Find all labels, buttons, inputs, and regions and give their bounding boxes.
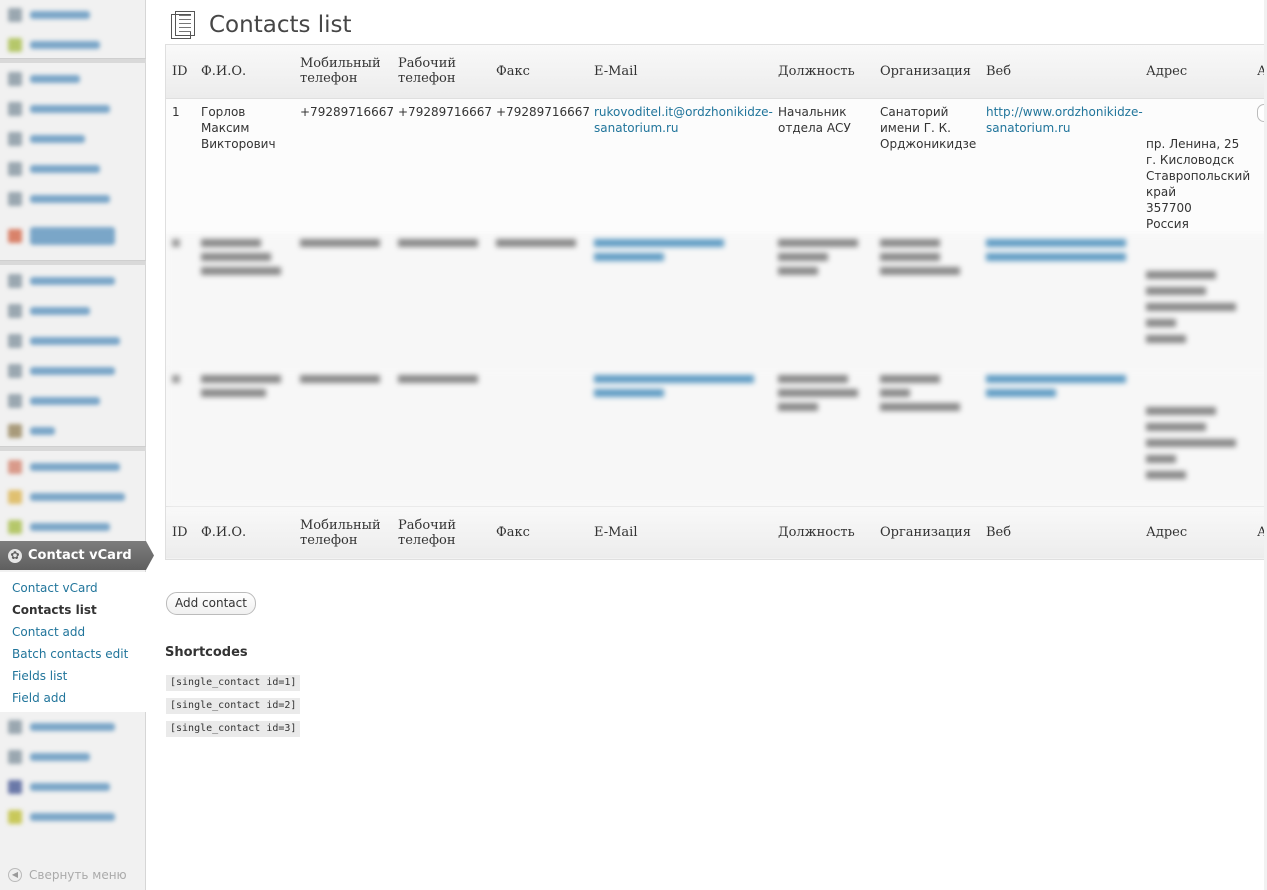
- column-header-id[interactable]: ID: [166, 45, 195, 99]
- table-row-blurred: [166, 234, 1267, 370]
- collapse-menu-label: Свернуть меню: [29, 868, 127, 882]
- sidebar-separator: [0, 260, 146, 265]
- sidebar-item-blurred[interactable]: [0, 512, 146, 542]
- submenu-batch-contacts-edit[interactable]: Batch contacts edit: [0, 643, 146, 665]
- submenu-contacts-list[interactable]: Contacts list: [0, 599, 146, 621]
- column-footer-address[interactable]: Адрес: [1140, 505, 1251, 559]
- contacts-table: ID Ф.И.О. Мобильный телефон Рабочий теле…: [165, 44, 1267, 560]
- sidebar-item-blurred[interactable]: [0, 30, 146, 60]
- sidebar-item-blurred[interactable]: [0, 0, 146, 30]
- sidebar-item-blurred[interactable]: [0, 482, 146, 512]
- page-header: Contacts list: [169, 10, 352, 40]
- add-contact-button[interactable]: Add contact: [166, 592, 256, 615]
- gear-icon: ✿: [8, 548, 22, 563]
- cell-position: Начальник отдела АСУ: [772, 98, 874, 234]
- sidebar-separator: [0, 446, 146, 451]
- sidebar-item-blurred[interactable]: [0, 124, 146, 154]
- column-footer-web[interactable]: Веб: [980, 505, 1140, 559]
- column-header-name[interactable]: Ф.И.О.: [195, 45, 294, 99]
- table-row: 1 Горлов Максим Викторович +79289716667 …: [166, 98, 1267, 234]
- sidebar-item-blurred[interactable]: [0, 154, 146, 184]
- table-header-row: ID Ф.И.О. Мобильный телефон Рабочий теле…: [166, 45, 1267, 99]
- sidebar-item-blurred[interactable]: [0, 94, 146, 124]
- column-footer-work-phone[interactable]: Рабочий телефон: [392, 505, 490, 559]
- cell-web: http://www.ordzhonikidze-sanatorium.ru: [980, 98, 1143, 234]
- column-header-work-phone[interactable]: Рабочий телефон: [392, 45, 490, 99]
- sidebar-submenu: Contact vCard Contacts list Contact add …: [0, 572, 146, 712]
- column-header-mobile[interactable]: Мобильный телефон: [294, 45, 392, 99]
- shortcodes-heading: Shortcodes: [165, 645, 248, 660]
- column-footer-email[interactable]: E-Mail: [588, 505, 772, 559]
- collapse-arrow-icon: ◀: [8, 868, 22, 882]
- cell-email: rukovoditel.it@ordzhonikidze-sanatorium.…: [588, 98, 773, 234]
- contacts-list-icon: [169, 10, 199, 40]
- cell-id: 1: [166, 98, 195, 234]
- shortcode-item: [single_contact id=3]: [166, 721, 301, 737]
- sidebar-item-blurred[interactable]: [0, 416, 146, 446]
- sidebar-item-blurred[interactable]: [0, 296, 146, 326]
- column-footer-organization[interactable]: Организация: [874, 505, 980, 559]
- sidebar-item-blurred[interactable]: [0, 386, 146, 416]
- column-header-address[interactable]: Адрес: [1140, 45, 1251, 99]
- address-line: г. Кисловодск: [1146, 152, 1235, 167]
- column-header-organization[interactable]: Организация: [874, 45, 980, 99]
- email-link[interactable]: rukovoditel.it@ordzhonikidze-sanatorium.…: [594, 105, 773, 135]
- submenu-contact-vcard[interactable]: Contact vCard: [0, 577, 146, 599]
- column-header-fax[interactable]: Факс: [490, 45, 588, 99]
- address-line: 357700: [1146, 200, 1192, 215]
- cell-name: Горлов Максим Викторович: [195, 98, 294, 234]
- sidebar-item-blurred[interactable]: [0, 184, 146, 214]
- column-footer-position[interactable]: Должность: [772, 505, 874, 559]
- column-footer-name[interactable]: Ф.И.О.: [195, 505, 294, 559]
- sidebar-item-contact-vcard[interactable]: ✿ Contact vCard: [0, 541, 154, 570]
- address-line: Ставропольский край: [1146, 168, 1251, 199]
- sidebar-item-blurred[interactable]: [0, 356, 146, 386]
- table-footer-row: ID Ф.И.О. Мобильный телефон Рабочий теле…: [166, 505, 1267, 559]
- cell-work-phone: +79289716667: [392, 98, 492, 234]
- sidebar-item-label: Contact vCard: [28, 548, 132, 563]
- column-footer-id[interactable]: ID: [166, 505, 195, 559]
- sidebar-item-blurred[interactable]: [0, 802, 146, 832]
- table-row-blurred: [166, 370, 1267, 506]
- shortcode-item: [single_contact id=1]: [166, 675, 301, 691]
- submenu-contact-add[interactable]: Contact add: [0, 621, 146, 643]
- sidebar-item-blurred[interactable]: [0, 214, 146, 258]
- sidebar-item-blurred[interactable]: [0, 712, 146, 742]
- submenu-field-add[interactable]: Field add: [0, 687, 146, 709]
- sidebar-item-blurred[interactable]: [0, 742, 146, 772]
- cell-mobile: +79289716667: [294, 98, 394, 234]
- column-header-web[interactable]: Веб: [980, 45, 1140, 99]
- cell-address: пр. Ленина, 25 г. Кисловодск Ставропольс…: [1140, 98, 1251, 234]
- sidebar-item-blurred[interactable]: [0, 266, 146, 296]
- cell-organization: Санаторий имени Г. К. Орджоникидзе: [874, 98, 980, 234]
- sidebar-item-blurred[interactable]: [0, 326, 146, 356]
- address-line: пр. Ленина, 25: [1146, 136, 1240, 151]
- column-header-email[interactable]: E-Mail: [588, 45, 772, 99]
- column-footer-fax[interactable]: Факс: [490, 505, 588, 559]
- column-header-position[interactable]: Должность: [772, 45, 874, 99]
- cell-fax: +79289716667: [490, 98, 590, 234]
- page-title: Contacts list: [209, 12, 352, 38]
- address-line: Россия: [1146, 216, 1189, 231]
- collapse-menu-button[interactable]: ◀ Свернуть меню: [8, 868, 127, 882]
- web-link[interactable]: http://www.ordzhonikidze-sanatorium.ru: [986, 105, 1143, 135]
- sidebar-item-blurred[interactable]: [0, 64, 146, 94]
- sidebar-separator: [0, 58, 146, 63]
- sidebar-item-blurred[interactable]: [0, 772, 146, 802]
- column-footer-mobile[interactable]: Мобильный телефон: [294, 505, 392, 559]
- shortcode-item: [single_contact id=2]: [166, 698, 301, 714]
- sidebar-item-blurred[interactable]: [0, 452, 146, 482]
- submenu-fields-list[interactable]: Fields list: [0, 665, 146, 687]
